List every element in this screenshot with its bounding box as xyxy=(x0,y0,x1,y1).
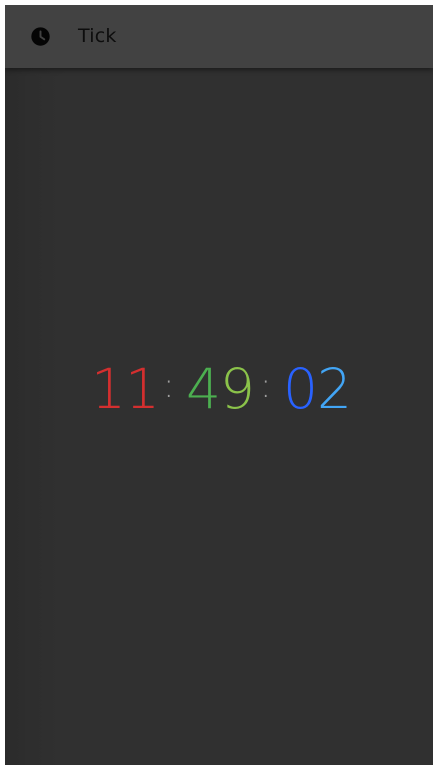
minutes-seconds-separator: : xyxy=(260,366,272,406)
minutes-display: 49 xyxy=(186,357,255,421)
digital-clock: 11 : 49 : 02 xyxy=(5,357,433,421)
app-screen: Tick 11 : 49 : 02 xyxy=(5,5,433,765)
clock-icon xyxy=(31,27,50,46)
app-bar: Tick xyxy=(5,5,433,68)
app-title: Tick xyxy=(78,25,117,47)
minutes-tens-digit: 4 xyxy=(186,357,221,421)
hours-minutes-separator: : xyxy=(163,366,175,406)
minutes-ones-digit: 9 xyxy=(220,357,255,421)
hours-display: 11 xyxy=(91,357,160,421)
seconds-display: 02 xyxy=(283,357,352,421)
seconds-tens-digit: 0 xyxy=(283,357,318,421)
seconds-ones-digit: 2 xyxy=(317,357,352,421)
